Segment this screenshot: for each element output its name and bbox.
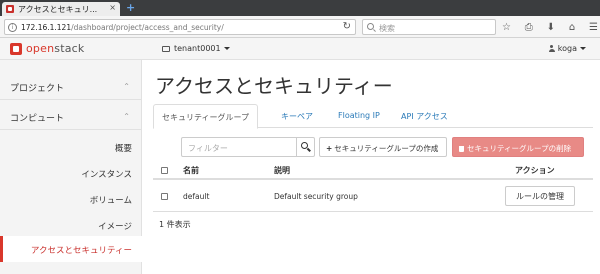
chevron-up-icon: ⌃ [123,112,130,121]
tab-security-groups[interactable]: セキュリティーグループ [153,104,259,129]
trash-icon [459,146,464,152]
select-all-checkbox[interactable] [161,167,168,174]
sidebar-item-label: アクセスとセキュリティー [30,246,132,256]
sidebar-item-label: インスタンス [81,170,132,180]
sidebar-item-overview[interactable]: 概要 [0,134,142,160]
sidebar: プロジェクト ⌃ コンピュート ⌃ 概要 インスタンス ボリューム イメージ ア… [0,60,142,274]
sidebar-section-compute[interactable]: コンピュート ⌃ [0,104,142,130]
home-icon[interactable]: ⌂ [569,22,575,33]
openstack-logo-icon [10,42,22,55]
manage-rules-button[interactable]: ルールの管理 [505,186,575,206]
cell-name: default [183,192,210,201]
reload-icon[interactable]: ↻ [343,21,351,32]
url-bar[interactable]: i 172.16.1.121/dashboard/project/access_… [4,19,356,35]
sidebar-section-label: プロジェクト [10,84,65,94]
user-icon [548,45,555,52]
sidebar-item-label: イメージ [98,222,132,232]
table-row: default Default security group ルールの管理 [153,180,593,212]
browser-navbar: i 172.16.1.121/dashboard/project/access_… [0,16,600,38]
search-icon [367,23,374,30]
sidebar-item-label: 概要 [114,144,132,154]
logo-text: openstack [26,42,85,55]
search-icon [301,142,308,149]
sidebar-item-instances[interactable]: インスタンス [0,160,142,186]
chevron-down-icon [580,47,586,50]
sidebar-item-access-security[interactable]: アクセスとセキュリティー [0,236,142,262]
column-header-description[interactable]: 説明 [274,165,290,176]
delete-security-groups-button[interactable]: セキュリティーグループの削除 [452,137,584,157]
user-dropdown[interactable]: koga [548,44,586,53]
project-icon [162,45,170,52]
sidebar-item-volumes[interactable]: ボリューム [0,186,142,212]
delete-button-label: セキュリティーグループの削除 [467,144,572,153]
tab-bar: セキュリティーグループ キーペア Floating IP API アクセス [153,104,593,129]
browser-tab[interactable]: アクセスとセキュリ... × [2,2,120,16]
search-placeholder: 検索 [379,24,395,33]
chevron-up-icon: ⌃ [123,82,130,91]
filter-input[interactable]: フィルター [181,137,315,157]
browser-tab-title: アクセスとセキュリ... [18,5,98,14]
cell-description: Default security group [274,192,358,201]
openstack-logo[interactable]: openstack [10,42,84,55]
sidebar-section-label: コンピュート [10,114,65,124]
column-header-actions: アクション [515,166,555,175]
downloads-icon[interactable]: ⬇ [547,22,555,33]
openstack-favicon-icon [6,5,14,13]
browser-search-input[interactable]: 検索 [362,19,496,35]
tab-close-icon[interactable]: × [109,3,116,12]
row-checkbox[interactable] [161,193,168,200]
menu-icon[interactable]: ☰ [589,22,598,33]
project-name: tenant0001 [174,44,221,53]
column-header-name[interactable]: 名前 [183,165,199,176]
site-info-icon[interactable]: i [8,23,17,32]
new-tab-icon[interactable]: + [126,1,135,14]
url-text: 172.16.1.121/dashboard/project/access_an… [21,23,224,32]
sidebar-section-project[interactable]: プロジェクト ⌃ [0,74,142,100]
browser-toolbar-icons: ☆ ⎙ ⬇ ⌂ ☰ [502,20,598,34]
plus-icon: + [326,144,333,153]
bookmark-star-icon[interactable]: ☆ [502,22,511,33]
project-dropdown[interactable]: tenant0001 [162,44,230,53]
tab-floating-ip[interactable]: Floating IP [330,104,388,128]
sidebar-item-label: ボリューム [89,196,132,206]
page-title: アクセスとセキュリティー [155,74,393,98]
filter-search-button[interactable] [296,138,314,156]
main-content: アクセスとセキュリティー セキュリティーグループ キーペア Floating I… [143,60,600,274]
tab-api-access[interactable]: API アクセス [393,104,456,128]
filter-placeholder: フィルター [188,144,228,153]
browser-tab-strip: アクセスとセキュリ... × + [0,0,600,16]
security-groups-table: 名前 説明 アクション default Default security gro… [153,160,593,212]
chevron-down-icon [223,47,230,50]
tab-key-pairs[interactable]: キーペア [273,104,321,128]
table-header: 名前 説明 アクション [153,160,593,180]
reading-list-icon[interactable]: ⎙ [525,22,533,33]
app-header: openstack tenant0001 koga [0,38,600,60]
item-count: 1 件表示 [159,220,191,229]
sidebar-item-images[interactable]: イメージ [0,212,142,238]
user-name: koga [557,44,577,53]
create-button-label: セキュリティーグループの作成 [334,144,439,153]
create-security-group-button[interactable]: + セキュリティーグループの作成 [319,137,447,157]
